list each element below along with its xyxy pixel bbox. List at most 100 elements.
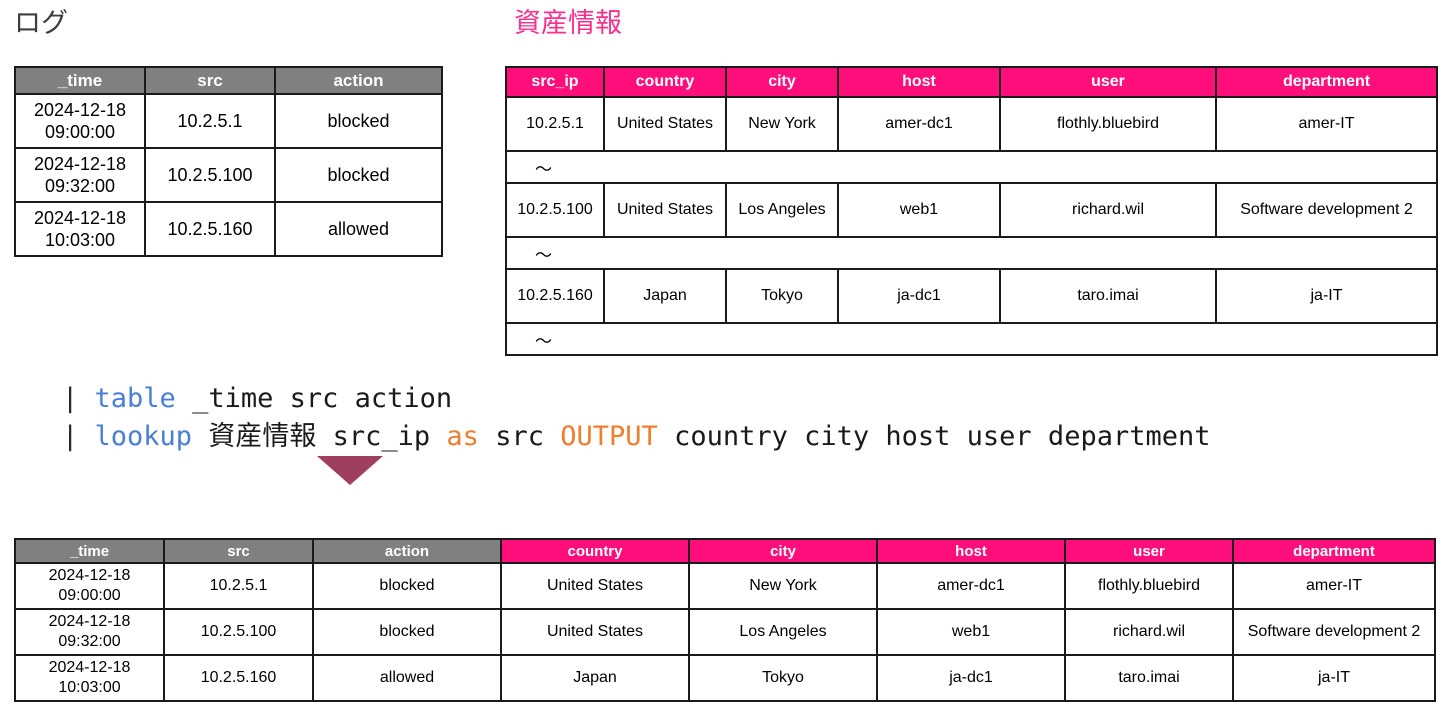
- result-cell-city: Los Angeles: [688, 608, 878, 656]
- result-col-header-time: _time: [14, 538, 165, 564]
- asset-cell-host: ja-dc1: [837, 268, 1001, 324]
- result-cell-host: amer-dc1: [876, 562, 1066, 610]
- result-time-clock: 09:00:00: [58, 587, 121, 604]
- asset-cell-user: flothly.bluebird: [999, 96, 1217, 152]
- table-ellipsis-row: ～: [505, 236, 1438, 270]
- spl-lookup-name: 資産情報: [208, 421, 317, 452]
- asset-cell-department: Software development 2: [1215, 182, 1438, 238]
- result-cell-department: amer-IT: [1232, 562, 1436, 610]
- table-row: 10.2.5.160 Japan Tokyo ja-dc1 taro.imai …: [505, 268, 1438, 324]
- asset-ellipsis-marker: ～: [505, 322, 1438, 356]
- result-cell-user: taro.imai: [1064, 654, 1234, 702]
- asset-section-title: 資産情報: [514, 8, 622, 38]
- result-cell-src: 10.2.5.100: [163, 608, 314, 656]
- log-time-clock: 09:00:00: [44, 122, 116, 142]
- result-time-clock: 09:32:00: [58, 633, 121, 650]
- log-cell-src: 10.2.5.160: [144, 201, 276, 257]
- result-cell-user: richard.wil: [1064, 608, 1234, 656]
- asset-cell-country: United States: [603, 96, 727, 152]
- spl-output-fields: country city host user department: [674, 421, 1211, 452]
- log-time-clock: 09:32:00: [44, 176, 116, 196]
- result-col-header-user: user: [1064, 538, 1234, 564]
- result-cell-time: 2024-12-18 09:00:00: [14, 562, 165, 610]
- asset-col-header-host: host: [837, 66, 1001, 98]
- result-cell-host: ja-dc1: [876, 654, 1066, 702]
- result-time-date: 2024-12-18: [48, 567, 131, 584]
- result-cell-user: flothly.bluebird: [1064, 562, 1234, 610]
- log-cell-src: 10.2.5.1: [144, 93, 276, 149]
- spl-keyword-as: as: [446, 421, 479, 452]
- asset-cell-department: amer-IT: [1215, 96, 1438, 152]
- result-time-date: 2024-12-18: [48, 659, 131, 676]
- asset-cell-city: New York: [725, 96, 839, 152]
- spl-command-table: table: [94, 383, 176, 414]
- spl-match-target: src: [495, 421, 544, 452]
- result-col-header-city: city: [688, 538, 878, 564]
- log-time-date: 2024-12-18: [33, 207, 127, 228]
- log-time-date: 2024-12-18: [33, 153, 127, 174]
- asset-col-header-user: user: [999, 66, 1217, 98]
- asset-col-header-src-ip: src_ip: [505, 66, 605, 98]
- log-col-header-time: _time: [14, 66, 146, 95]
- asset-cell-department: ja-IT: [1215, 268, 1438, 324]
- log-section-title: ログ: [14, 8, 68, 38]
- spl-pipe: |: [62, 421, 79, 452]
- result-cell-city: Tokyo: [688, 654, 878, 702]
- table-row: 2024-12-18 09:32:00 10.2.5.100 blocked U…: [14, 608, 1436, 656]
- result-cell-src: 10.2.5.1: [163, 562, 314, 610]
- asset-cell-user: taro.imai: [999, 268, 1217, 324]
- table-row: 2024-12-18 10:03:00 10.2.5.160 allowed: [14, 201, 443, 257]
- asset-ellipsis-marker: ～: [505, 236, 1438, 270]
- log-cell-time: 2024-12-18 09:32:00: [14, 147, 146, 203]
- spl-command-lookup: lookup: [94, 421, 193, 452]
- asset-cell-city: Tokyo: [725, 268, 839, 324]
- result-col-header-action: action: [312, 538, 502, 564]
- asset-col-header-department: department: [1215, 66, 1438, 98]
- log-table-header-row: _time src action: [14, 66, 443, 95]
- result-cell-time: 2024-12-18 09:32:00: [14, 608, 165, 656]
- result-cell-country: United States: [500, 562, 690, 610]
- asset-cell-city: Los Angeles: [725, 182, 839, 238]
- result-cell-time: 2024-12-18 10:03:00: [14, 654, 165, 702]
- log-table: _time src action 2024-12-18 09:00:00 10.…: [14, 66, 443, 257]
- table-row: 2024-12-18 10:03:00 10.2.5.160 allowed J…: [14, 654, 1436, 702]
- table-row: 10.2.5.1 United States New York amer-dc1…: [505, 96, 1438, 152]
- log-time-clock: 10:03:00: [44, 230, 116, 250]
- asset-cell-country: United States: [603, 182, 727, 238]
- table-row: 10.2.5.100 United States Los Angeles web…: [505, 182, 1438, 238]
- result-cell-country: Japan: [500, 654, 690, 702]
- result-cell-action: blocked: [312, 608, 502, 656]
- result-col-header-src: src: [163, 538, 314, 564]
- result-col-header-department: department: [1232, 538, 1436, 564]
- result-cell-department: ja-IT: [1232, 654, 1436, 702]
- log-col-header-action: action: [274, 66, 443, 95]
- table-ellipsis-row: ～: [505, 322, 1438, 356]
- log-cell-action: blocked: [274, 147, 443, 203]
- result-time-date: 2024-12-18: [48, 613, 131, 630]
- spl-query-block: | table _time src action | lookup 資産情報 sr…: [62, 380, 1211, 456]
- result-cell-src: 10.2.5.160: [163, 654, 314, 702]
- spl-query-line-2: | lookup 資産情報 src_ip as src OUTPUT count…: [62, 418, 1211, 456]
- spl-match-field: src_ip: [332, 421, 431, 452]
- result-cell-host: web1: [876, 608, 1066, 656]
- asset-col-header-country: country: [603, 66, 727, 98]
- spl-keyword-output: OUTPUT: [560, 421, 658, 452]
- result-time-clock: 10:03:00: [58, 679, 121, 696]
- result-cell-action: blocked: [312, 562, 502, 610]
- result-table-header-row: _time src action country city host user …: [14, 538, 1436, 564]
- spl-query-line-1: | table _time src action: [62, 380, 1211, 418]
- asset-cell-host: web1: [837, 182, 1001, 238]
- result-col-header-country: country: [500, 538, 690, 564]
- table-row: 2024-12-18 09:00:00 10.2.5.1 blocked Uni…: [14, 562, 1436, 610]
- asset-cell-src-ip: 10.2.5.160: [505, 268, 605, 324]
- asset-cell-country: Japan: [603, 268, 727, 324]
- log-cell-src: 10.2.5.100: [144, 147, 276, 203]
- log-col-header-src: src: [144, 66, 276, 95]
- asset-cell-user: richard.wil: [999, 182, 1217, 238]
- result-cell-department: Software development 2: [1232, 608, 1436, 656]
- asset-cell-host: amer-dc1: [837, 96, 1001, 152]
- asset-table: src_ip country city host user department…: [505, 66, 1438, 356]
- asset-cell-src-ip: 10.2.5.100: [505, 182, 605, 238]
- log-cell-action: blocked: [274, 93, 443, 149]
- result-col-header-host: host: [876, 538, 1066, 564]
